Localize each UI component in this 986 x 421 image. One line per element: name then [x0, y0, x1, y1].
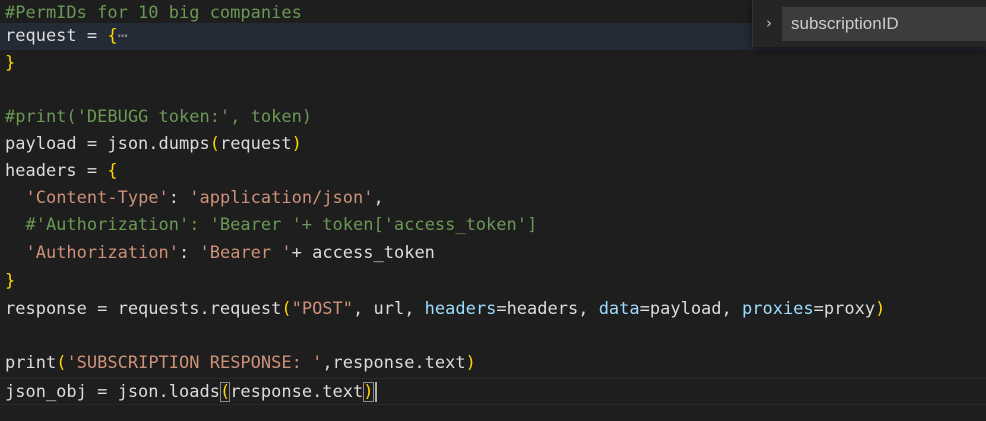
- code-token: 'application/json': [189, 188, 374, 208]
- code-line[interactable]: [0, 323, 986, 350]
- code-line-current[interactable]: json_obj = json.loads(response.text): [0, 378, 986, 405]
- code-line[interactable]: payload = json.dumps(request): [0, 131, 986, 158]
- code-token: 'Bearer ': [199, 243, 292, 263]
- code-token: :: [179, 243, 200, 263]
- code-token: ): [465, 353, 476, 373]
- code-line[interactable]: 'Authorization': 'Bearer '+ access_token: [0, 240, 986, 267]
- code-token: proxies: [742, 299, 814, 319]
- code-line[interactable]: response = requests.request("POST", url,…: [0, 296, 986, 323]
- find-widget: › subscriptionID: [752, 0, 986, 47]
- code-token: print: [5, 353, 57, 373]
- code-token: response = requests.request: [5, 299, 282, 319]
- code-token: request =: [5, 26, 108, 46]
- code-token: payload = json.dumps: [5, 134, 210, 154]
- code-token: :: [168, 188, 190, 208]
- code-token: + access_token: [291, 243, 435, 263]
- code-line[interactable]: headers = {: [0, 158, 986, 185]
- code-line[interactable]: }: [0, 50, 986, 77]
- code-token: (: [56, 353, 67, 373]
- code-token: , url,: [353, 299, 425, 319]
- code-token: {: [107, 26, 118, 46]
- code-token: =headers,: [496, 299, 599, 319]
- code-token: }: [5, 271, 16, 291]
- code-token: ): [363, 382, 374, 402]
- code-token: ): [291, 134, 302, 154]
- find-input[interactable]: subscriptionID: [782, 7, 986, 41]
- code-line[interactable]: }: [0, 268, 986, 295]
- text-cursor: [374, 382, 377, 402]
- code-token: response.text: [230, 382, 364, 402]
- code-token: #PermIDs for 10 big companies: [5, 3, 302, 23]
- code-token: (: [209, 134, 220, 154]
- code-line[interactable]: 'Content-Type': 'application/json',: [0, 185, 986, 212]
- code-token: 'Content-Type': [25, 188, 169, 208]
- chevron-right-icon[interactable]: ›: [759, 12, 779, 34]
- code-line[interactable]: #'Authorization': 'Bearer '+ token['acce…: [0, 212, 986, 239]
- code-token: #'Authorization': 'Bearer '+ token['acce…: [5, 215, 538, 235]
- code-token: "POST": [291, 299, 354, 319]
- code-token: }: [5, 53, 16, 73]
- code-token: headers =: [5, 161, 108, 181]
- code-token: 'SUBSCRIPTION RESPONSE: ': [66, 353, 323, 373]
- code-token: headers: [424, 299, 497, 319]
- code-line[interactable]: [0, 77, 986, 104]
- code-token: =payload,: [639, 299, 742, 319]
- code-token: request: [219, 134, 292, 154]
- code-token: data: [598, 299, 640, 319]
- code-line[interactable]: print('SUBSCRIPTION RESPONSE: ',response…: [0, 350, 986, 377]
- code-token: {: [107, 161, 118, 181]
- code-editor[interactable]: #PermIDs for 10 big companies request = …: [0, 0, 986, 421]
- code-token: 'Authorization': [25, 243, 180, 263]
- code-token: #print('DEBUGG token:', token): [5, 107, 313, 127]
- code-token: ⋯: [117, 26, 128, 46]
- code-token: =proxy: [813, 299, 876, 319]
- code-token: (: [219, 382, 231, 402]
- code-token: json_obj = json.loads: [5, 382, 220, 402]
- code-token: ,response.text: [322, 353, 466, 373]
- code-token: (: [281, 299, 292, 319]
- code-token: ,: [373, 188, 384, 208]
- code-line[interactable]: #print('DEBUGG token:', token): [0, 104, 986, 131]
- code-token: ): [875, 299, 886, 319]
